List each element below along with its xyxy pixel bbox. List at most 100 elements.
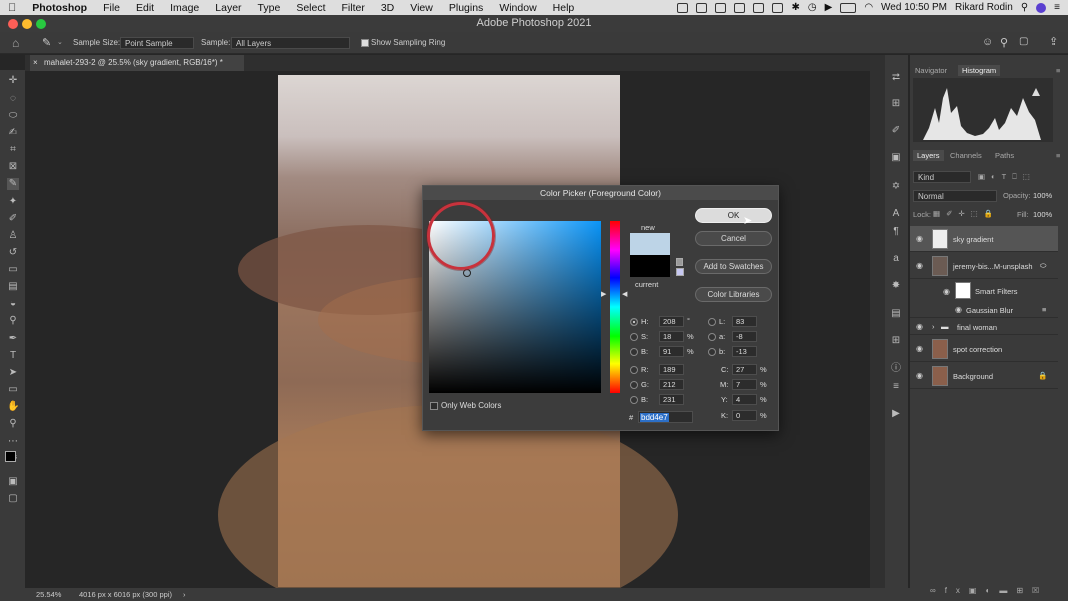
siri-icon[interactable]	[1036, 2, 1047, 13]
dodge-tool-icon[interactable]: ⚲	[7, 315, 19, 327]
yellow-field[interactable]: 4	[732, 394, 757, 405]
hex-field[interactable]: bdd4e7	[638, 411, 693, 423]
info-panel-icon[interactable]: ⓘ	[890, 363, 902, 375]
layer-comps-icon[interactable]: ▤	[890, 308, 902, 320]
menu-filter[interactable]: Filter	[334, 2, 373, 14]
frame-tool-icon[interactable]: ⊠	[7, 161, 19, 173]
visibility-eye-icon[interactable]: ◉	[916, 344, 923, 353]
menu-type[interactable]: Type	[250, 2, 289, 14]
web-safe-color-icon[interactable]	[676, 268, 684, 276]
expand-chevron-icon[interactable]: ›	[932, 322, 935, 331]
table-panel-icon[interactable]: ⊞	[890, 335, 902, 347]
only-web-colors-checkbox[interactable]	[430, 402, 438, 410]
character-panel-icon[interactable]: A	[890, 208, 902, 220]
lab-b-radio[interactable]	[708, 348, 716, 356]
foreground-color-swatch[interactable]	[5, 451, 16, 462]
battery-icon[interactable]	[840, 2, 857, 13]
eyedropper-tool-icon[interactable]: ✎	[42, 36, 51, 49]
gamut-warning-icon[interactable]	[676, 258, 683, 266]
visibility-eye-icon[interactable]: ◉	[916, 234, 923, 243]
smart-filters-row[interactable]: ◉ Smart Filters	[910, 280, 1058, 301]
visibility-eye-icon[interactable]: ◉	[955, 305, 962, 314]
properties-panel-icon[interactable]: ≡	[890, 381, 902, 393]
layers-footer-icons[interactable]: ∞fx▣◐▬⊞☒	[930, 586, 1060, 598]
menu-help[interactable]: Help	[545, 2, 583, 14]
tab-layers[interactable]: Layers	[913, 150, 944, 161]
layer-row[interactable]: ◉ spot correction	[910, 336, 1058, 362]
adjustments-panel-icon[interactable]: ▣	[890, 152, 902, 164]
layer-row[interactable]: ◉ sky gradient	[910, 226, 1058, 252]
gradient-tool-icon[interactable]: ▤	[7, 281, 19, 293]
blue-radio[interactable]	[630, 396, 638, 404]
brightness-field[interactable]: 91	[659, 346, 684, 357]
tool-preset-chevron-icon[interactable]: ⌄	[57, 38, 63, 46]
paths-panel-icon[interactable]: ✡	[890, 181, 902, 193]
saturation-field[interactable]: 18	[659, 331, 684, 342]
rectangle-tool-icon[interactable]: ▭	[7, 384, 19, 396]
layer-row[interactable]: ◉ Background 🔒	[910, 363, 1058, 389]
wifi-icon[interactable]: ◠	[864, 2, 873, 13]
zoom-tool-icon[interactable]: ⚲	[7, 418, 19, 430]
status-app-icon[interactable]	[677, 2, 689, 13]
actions-panel-icon[interactable]: ▶	[890, 408, 902, 420]
close-window-icon[interactable]	[8, 19, 18, 29]
menu-window[interactable]: Window	[491, 2, 544, 14]
group-name[interactable]: final woman	[957, 323, 997, 332]
panel-menu-icon[interactable]: ≡	[1056, 66, 1060, 75]
sample-size-select[interactable]: Point Sample	[120, 37, 194, 49]
green-field[interactable]: 212	[659, 379, 684, 390]
user-name[interactable]: Rikard Rodin	[955, 2, 1013, 13]
red-field[interactable]: 189	[659, 364, 684, 375]
layer-row[interactable]: ◉ jeremy-bis...M-unsplash ⬭	[910, 253, 1058, 279]
hex-value[interactable]: bdd4e7	[640, 413, 669, 422]
tab-channels[interactable]: Channels	[950, 151, 982, 160]
path-selection-tool-icon[interactable]: ➤	[7, 367, 19, 379]
status-app-icon[interactable]	[753, 2, 765, 13]
hue-slider[interactable]	[610, 221, 620, 393]
brush-panel-icon[interactable]: ✐	[890, 125, 902, 137]
status-app-icon[interactable]	[715, 2, 727, 13]
blur-tool-icon[interactable]: ◒	[7, 298, 19, 310]
tab-histogram[interactable]: Histogram	[958, 65, 1001, 76]
layer-filter-icons[interactable]: ▣◐T⎕⬚	[978, 172, 1036, 182]
tab-paths[interactable]: Paths	[995, 151, 1014, 160]
green-radio[interactable]	[630, 381, 638, 389]
status-arrow-icon[interactable]: ›	[183, 588, 186, 601]
blend-mode-select[interactable]: Normal	[913, 190, 997, 202]
zoom-window-icon[interactable]	[36, 19, 46, 29]
zoom-level[interactable]: 25.54%	[36, 588, 61, 601]
paragraph-panel-icon[interactable]: ¶	[890, 226, 902, 238]
filter-name[interactable]: Gaussian Blur	[966, 306, 1013, 315]
menu-edit[interactable]: Edit	[128, 2, 162, 14]
saturation-radio[interactable]	[630, 333, 638, 341]
quick-mask-icon[interactable]: ▣	[7, 476, 19, 488]
home-icon[interactable]: ⌂	[12, 36, 19, 50]
workspace-icon[interactable]: ▢	[1019, 36, 1028, 47]
menu-plugins[interactable]: Plugins	[441, 2, 491, 14]
add-to-swatches-button[interactable]: Add to Swatches	[695, 259, 772, 274]
blue-field[interactable]: 231	[659, 394, 684, 405]
screen-mode-icon[interactable]: ▢	[7, 493, 19, 505]
share-icon[interactable]: ⇪	[1049, 35, 1058, 48]
grid-panel-icon[interactable]: ⊞	[890, 98, 902, 110]
color-libraries-button[interactable]: Color Libraries	[695, 287, 772, 302]
type-tool-icon[interactable]: T	[7, 350, 19, 362]
quick-selection-tool-icon[interactable]: ✍	[7, 127, 19, 139]
filter-options-icon[interactable]: ≡	[1042, 305, 1046, 314]
bluetooth-icon[interactable]: ✱	[791, 2, 799, 13]
menu-view[interactable]: View	[402, 2, 441, 14]
time-machine-icon[interactable]: ◷	[808, 2, 817, 13]
lab-b-field[interactable]: -13	[732, 346, 757, 357]
group-row[interactable]: ◉ › ▬ final woman	[910, 319, 1058, 335]
hue-radio[interactable]	[630, 318, 638, 326]
lab-l-radio[interactable]	[708, 318, 716, 326]
eyedropper-tool-icon[interactable]: ✎	[7, 178, 19, 190]
show-ring-checkbox[interactable]	[361, 39, 369, 47]
lock-icons[interactable]: ▦✐✛⬚🔒	[933, 209, 999, 218]
search-icon[interactable]: ⚲	[1021, 2, 1028, 13]
visibility-eye-icon[interactable]: ◉	[943, 287, 950, 296]
volume-icon[interactable]: ▶	[825, 2, 833, 13]
black-field[interactable]: 0	[732, 410, 757, 421]
layer-name[interactable]: spot correction	[953, 345, 1002, 354]
status-app-icon[interactable]	[772, 2, 784, 13]
